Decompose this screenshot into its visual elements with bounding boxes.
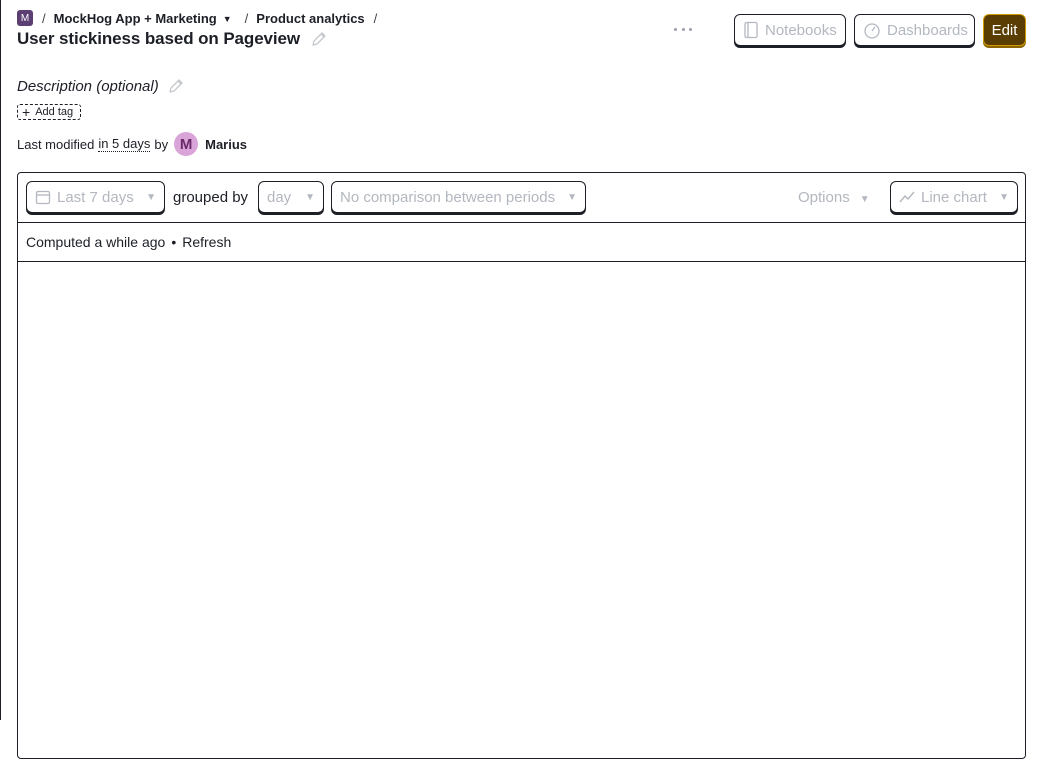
avatar: M (174, 132, 199, 156)
add-tag-label: Add tag (35, 106, 74, 118)
insight-toolbar: Last 7 days ▼ grouped by day ▼ No compar… (18, 173, 1025, 223)
last-modified-time[interactable]: in 5 days (98, 136, 151, 152)
calendar-icon (35, 189, 51, 205)
edit-label: Edit (991, 21, 1018, 39)
description-placeholder: Description (optional) (17, 77, 159, 95)
edit-title-pencil-icon[interactable] (310, 30, 328, 48)
chevron-down-icon: ▼ (567, 191, 577, 203)
chevron-down-icon: ▼ (305, 191, 315, 203)
by-label: by (154, 136, 169, 152)
chevron-down-icon: ▼ (222, 13, 232, 24)
breadcrumb-separator: / (244, 10, 249, 26)
compute-status: Computed a while ago • Refresh (18, 223, 1025, 262)
status-separator: • (171, 234, 177, 250)
last-modified: Last modified in 5 days by M Marius (17, 132, 247, 156)
insight-title: User stickiness based on Pageview (17, 29, 328, 49)
date-range-value: Last 7 days (57, 188, 134, 206)
computed-text: Computed a while ago (26, 234, 166, 250)
more-actions-icon[interactable] (672, 19, 694, 39)
breadcrumb: M / MockHog App + Marketing ▼ / Product a… (17, 9, 385, 27)
breadcrumb-separator: / (42, 10, 46, 26)
chevron-down-icon: ▼ (999, 191, 1009, 203)
grouped-by-label: grouped by (173, 189, 249, 206)
author-name: Marius (205, 136, 248, 152)
notebooks-label: Notebooks (765, 21, 837, 39)
last-modified-prefix: Last modified (17, 136, 95, 152)
options-button[interactable]: Options ▼ (798, 189, 870, 206)
display-type-select[interactable]: Line chart ▼ (890, 181, 1018, 213)
date-range-select[interactable]: Last 7 days ▼ (26, 181, 165, 213)
edit-description-pencil-icon[interactable] (167, 77, 185, 95)
description-field[interactable]: Description (optional) (17, 77, 185, 95)
dashboards-label: Dashboards (887, 21, 968, 39)
line-chart-icon (899, 190, 915, 204)
plus-icon: + (22, 104, 31, 120)
chevron-down-icon: ▼ (859, 194, 870, 205)
display-type-value: Line chart (921, 188, 987, 206)
comparison-value: No comparison between periods (340, 188, 556, 206)
insight-card: Last 7 days ▼ grouped by day ▼ No compar… (17, 172, 1026, 759)
chevron-down-icon: ▼ (146, 191, 156, 203)
breadcrumb-separator: / (373, 10, 378, 26)
org-badge[interactable]: M (17, 10, 33, 26)
notebooks-button[interactable]: Notebooks (734, 14, 846, 46)
left-border (0, 0, 1, 720)
breadcrumb-project[interactable]: MockHog App + Marketing ▼ (54, 11, 232, 26)
notebook-icon (743, 21, 759, 39)
interval-value: day (267, 188, 292, 206)
refresh-link[interactable]: Refresh (182, 234, 231, 250)
options-label: Options (798, 189, 850, 206)
dashboards-button[interactable]: Dashboards (854, 14, 975, 46)
dashboard-gauge-icon (863, 21, 881, 39)
breadcrumb-section[interactable]: Product analytics (256, 11, 364, 26)
breadcrumb-project-label: MockHog App + Marketing (53, 10, 217, 26)
add-tag-button[interactable]: + Add tag (17, 104, 81, 120)
comparison-select[interactable]: No comparison between periods ▼ (331, 181, 586, 213)
chart-area (18, 263, 1025, 758)
edit-button[interactable]: Edit (983, 14, 1026, 46)
interval-select[interactable]: day ▼ (258, 181, 324, 213)
insight-title-text: User stickiness based on Pageview (17, 29, 301, 48)
